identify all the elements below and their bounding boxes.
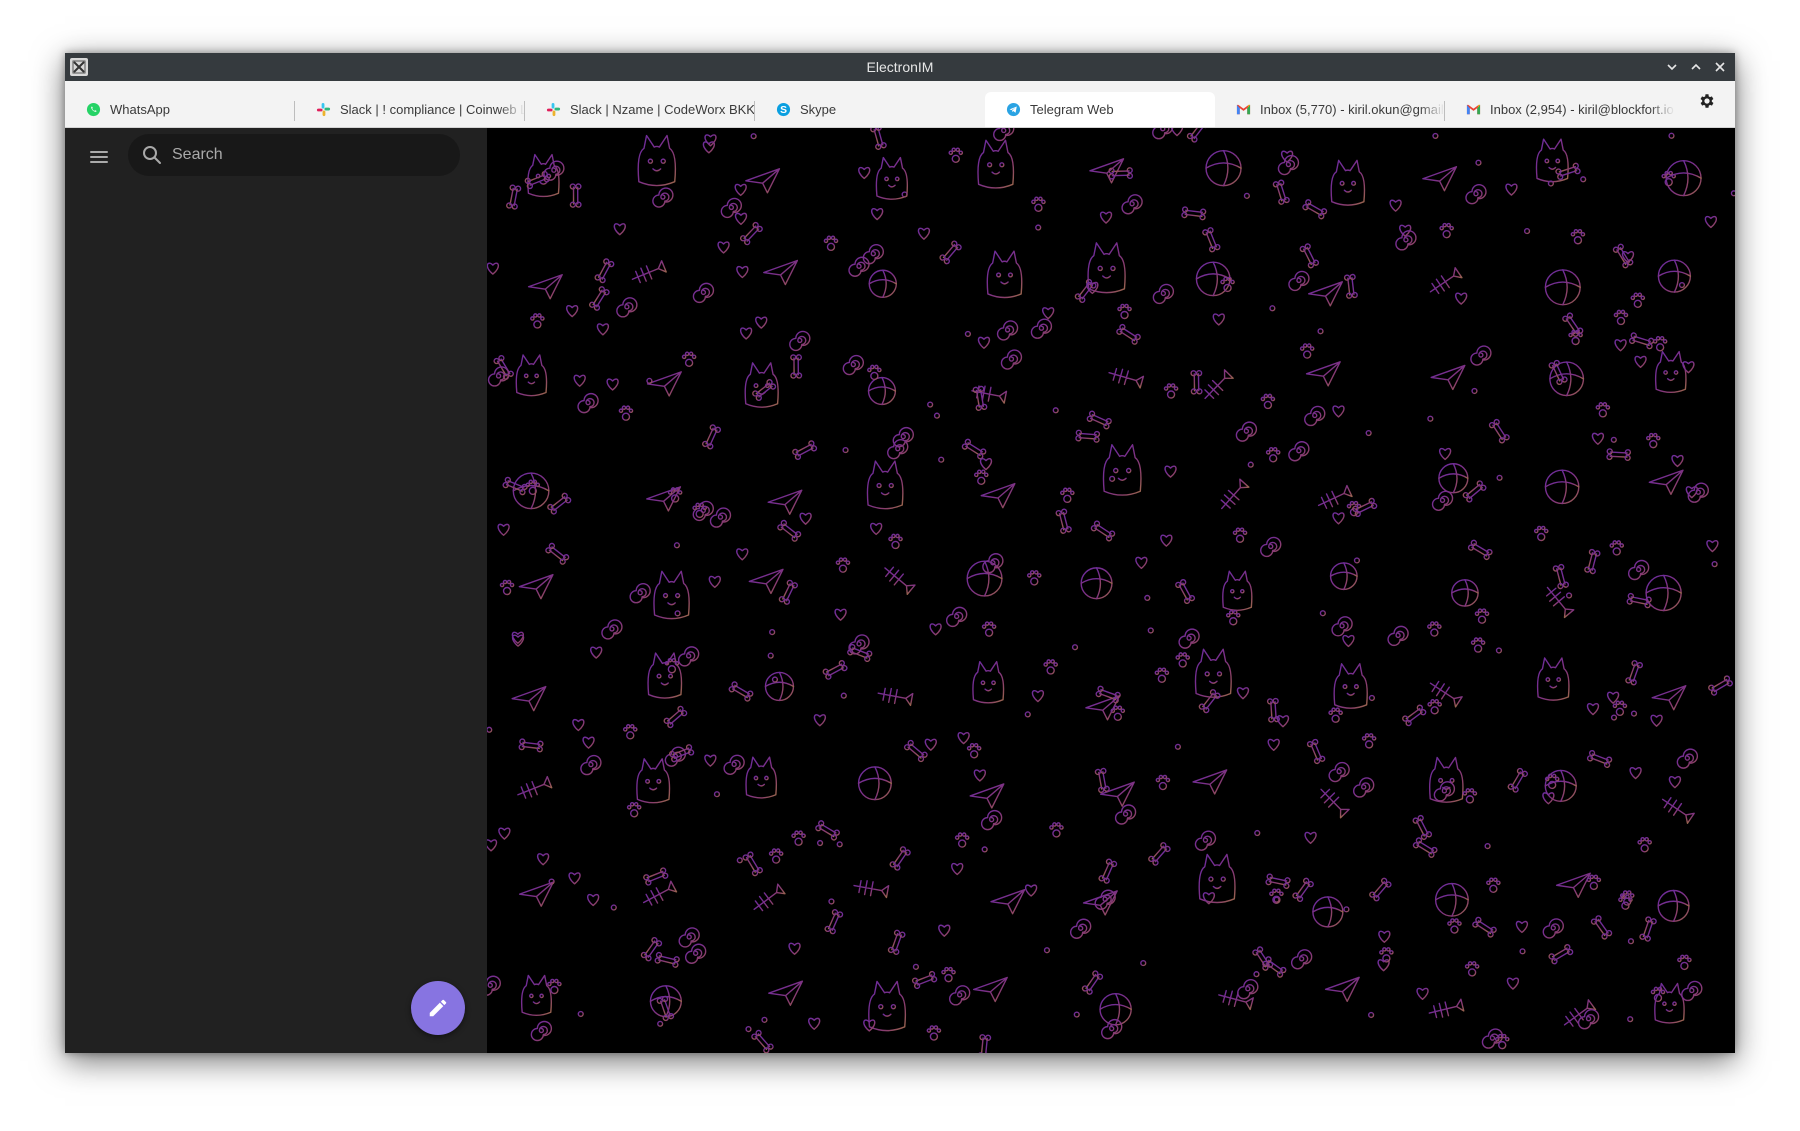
tab-whatsapp[interactable]: WhatsApp <box>65 92 295 127</box>
title-bar[interactable]: ElectronIM <box>65 53 1735 81</box>
gear-icon <box>1700 94 1714 108</box>
slack-icon <box>316 102 331 117</box>
minimize-button[interactable] <box>1663 58 1681 76</box>
slack-icon <box>546 102 561 117</box>
tab-label: Inbox (5,770) - kiril.okun@gmail.com <box>1260 102 1445 117</box>
tab-label: WhatsApp <box>110 102 170 117</box>
gmail-icon <box>1466 102 1481 117</box>
chevron-up-icon <box>1691 63 1701 70</box>
search-field[interactable] <box>128 134 460 176</box>
chat-list-panel <box>65 128 487 1053</box>
search-icon <box>143 146 161 164</box>
new-message-button[interactable] <box>411 981 465 1035</box>
chevron-down-icon <box>1667 64 1677 71</box>
tab-label: Inbox (2,954) - kiril@blockfort.io - b <box>1490 102 1675 117</box>
skype-icon: S <box>776 102 791 117</box>
main-menu-button[interactable] <box>87 145 111 169</box>
tab-bar: WhatsApp Slack | ! compliance | Coinweb … <box>65 81 1735 128</box>
tab-label: Slack | ! compliance | Coinweb Ltd <box>340 102 525 117</box>
tab-label: Telegram Web <box>1030 102 1114 117</box>
tab-telegram[interactable]: Telegram Web <box>985 92 1215 127</box>
close-icon <box>1715 62 1725 72</box>
maximize-button[interactable] <box>1687 58 1705 76</box>
svg-text:S: S <box>780 105 787 116</box>
gmail-icon <box>1236 102 1251 117</box>
tab-slack-codeworx[interactable]: Slack | Nzame | CodeWorx BKK <box>525 92 755 127</box>
window-title: ElectronIM <box>866 59 934 75</box>
pencil-icon <box>429 999 447 1017</box>
app-logo-icon <box>70 58 88 76</box>
close-button[interactable] <box>1711 58 1729 76</box>
tab-label: Slack | Nzame | CodeWorx BKK <box>570 102 755 117</box>
hamburger-icon <box>90 151 108 163</box>
tab-gmail-blockfort[interactable]: Inbox (2,954) - kiril@blockfort.io - b <box>1445 92 1675 127</box>
telegram-icon <box>1006 102 1021 117</box>
search-input[interactable] <box>172 146 442 164</box>
doodle-pattern <box>487 128 1735 1053</box>
tab-gmail-okun[interactable]: Inbox (5,770) - kiril.okun@gmail.com <box>1215 92 1445 127</box>
tab-slack-coinweb[interactable]: Slack | ! compliance | Coinweb Ltd <box>295 92 525 127</box>
tab-skype[interactable]: S Skype <box>755 92 985 127</box>
chat-background <box>487 128 1735 1053</box>
whatsapp-icon <box>86 102 101 117</box>
tab-label: Skype <box>800 102 837 117</box>
settings-button[interactable] <box>1697 91 1717 111</box>
electronim-window: ElectronIM WhatsApp Slack | ! compliance… <box>65 53 1735 1053</box>
